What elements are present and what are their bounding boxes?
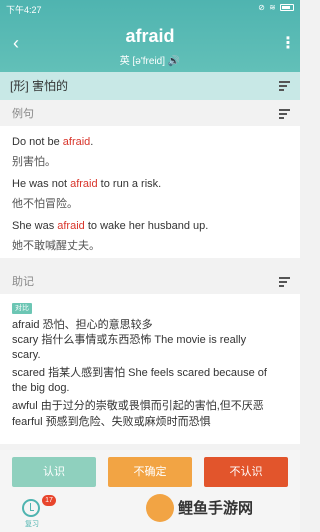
status-bar: 下午4:27 ⊘ ≋ [0,0,300,18]
memo-line: the big dog. [12,382,70,394]
example-sentence-3: She was afraid to wake her husband up. [12,220,209,232]
watermark-logo [146,494,174,522]
examples-title: 例句 [12,108,34,120]
unsure-button[interactable]: 不确定 [108,457,192,487]
sort-icon[interactable] [279,109,290,119]
header: 下午4:27 ⊘ ≋ ‹ afraid 英 [ə'freid] 🔊 ⋮ [0,0,300,72]
example-translation-3: 她不敢喊醒丈夫。 [12,240,100,252]
sort-icon[interactable] [279,277,290,287]
memo-line: awful 由于过分的崇敬或畏惧而引起的害怕,但不厌恶 [12,400,264,412]
examples-card: Do not be afraid. 别害怕。 He was not afraid… [0,126,300,258]
memo-line: afraid 恐怕、担心的意思较多 [12,319,153,331]
example-translation-1: 别害怕。 [12,156,56,168]
unknown-button[interactable]: 不认识 [204,457,288,487]
review-tab[interactable]: 17 复习 [12,495,56,532]
status-icons: ⊘ ≋ [258,3,294,12]
battery-icon [280,4,294,12]
example-sentence-1: Do not be afraid. [12,136,94,148]
memo-line: fearful 预感到危险、失败或麻烦时而恐惧 [12,416,211,428]
word-title: afraid [125,26,175,46]
phonetic[interactable]: 英 [ə'freid] 🔊 [0,52,300,67]
compare-tag: 对比 [12,303,32,314]
watermark-text: 鲤鱼手游网 [178,500,254,517]
pos-label: [形] 害怕的 [10,79,69,93]
status-time: 下午4:27 [6,5,42,15]
memo-line: scared 指某人感到害怕 She feels scared because … [12,367,267,379]
sort-icon[interactable] [279,81,290,91]
examples-section-header: 例句 [0,102,300,126]
memo-line: scary. [12,349,41,361]
review-label: 复习 [25,521,39,528]
review-icon [22,499,40,517]
more-menu-icon[interactable]: ⋮ [280,34,296,54]
example-sentence-2: He was not afraid to run a risk. [12,178,162,190]
know-button[interactable]: 认识 [12,457,96,487]
part-of-speech-bar: [形] 害怕的 [0,72,300,100]
memo-section-header: 助记 [0,270,300,294]
example-translation-2: 他不怕冒险。 [12,198,78,210]
review-count-badge: 17 [42,495,56,506]
memo-title: 助记 [12,276,34,288]
memo-line: scary 指什么事情或东西恐怖 The movie is really [12,334,247,346]
